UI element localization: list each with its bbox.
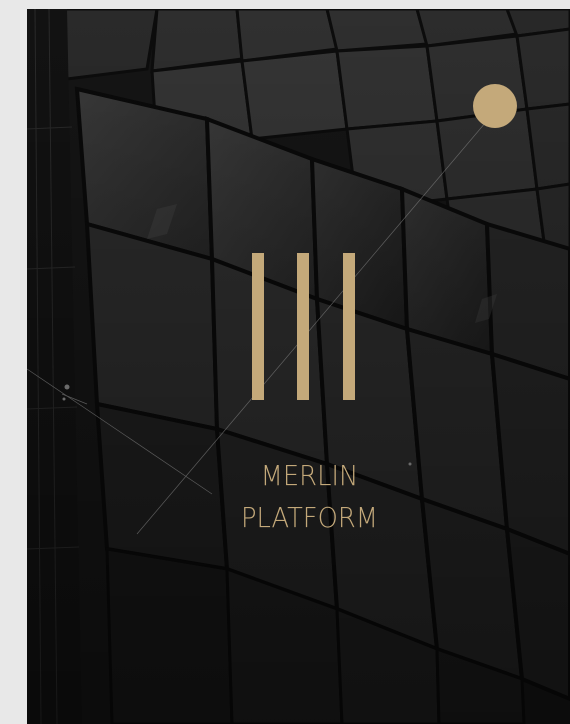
logo-bar-middle <box>297 253 309 400</box>
brand-name-line1: MERLIN <box>260 459 359 492</box>
logo-bar-left <box>252 253 264 400</box>
brand-name-line2: PLATFORM <box>240 501 379 534</box>
three-bars-logo-icon <box>252 253 355 400</box>
cover-card: MERLIN PLATFORM <box>27 9 570 724</box>
gold-circle-icon <box>473 84 517 128</box>
logo-bar-right <box>343 253 355 400</box>
